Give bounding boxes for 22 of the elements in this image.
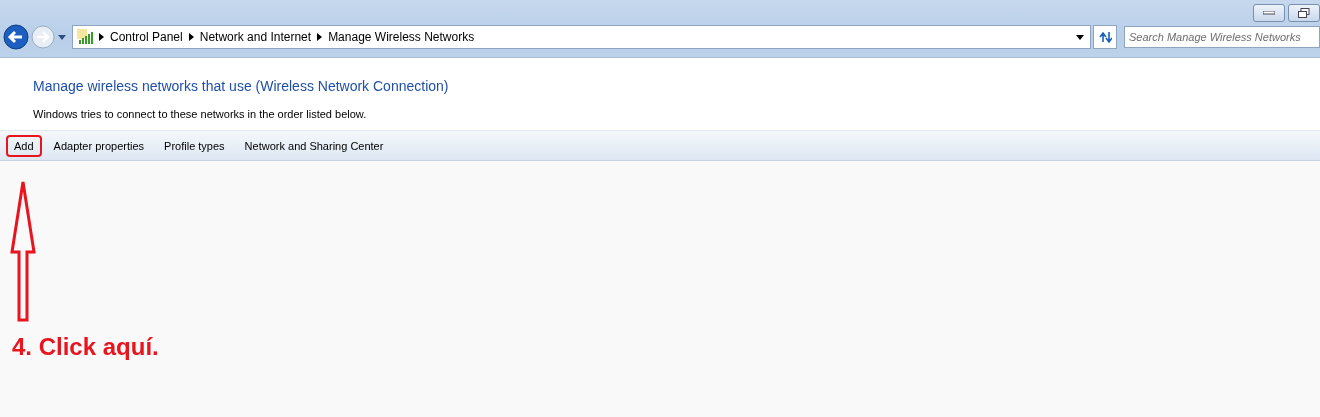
address-bar[interactable]: Control Panel Network and Internet Manage Wireless Networks bbox=[72, 25, 1091, 49]
chevron-icon[interactable] bbox=[317, 33, 323, 41]
toolbar-button[interactable]: Profile types bbox=[156, 134, 233, 157]
toolbar-button[interactable]: Add bbox=[6, 134, 42, 157]
annotation-text: 4. Click aquí. bbox=[12, 333, 159, 361]
back-button[interactable] bbox=[3, 24, 29, 50]
restore-icon[interactable] bbox=[1298, 8, 1310, 18]
history-dropdown-icon[interactable] bbox=[57, 33, 67, 41]
refresh-icon[interactable] bbox=[1098, 31, 1112, 43]
search-field[interactable]: Search Manage Wireless Networks bbox=[1124, 26, 1320, 48]
page-heading: Manage wireless networks that use (Wireless Network Connection) bbox=[33, 78, 450, 94]
toolbar-button[interactable]: Adapter properties bbox=[45, 134, 153, 157]
minimize-icon[interactable] bbox=[1263, 11, 1275, 15]
dropdown-icon[interactable] bbox=[1076, 34, 1084, 40]
network-icon bbox=[77, 29, 93, 45]
chevron-icon[interactable] bbox=[188, 33, 194, 41]
toolbar-button[interactable]: Network and Sharing Center bbox=[236, 134, 392, 157]
chevron-icon[interactable] bbox=[99, 33, 104, 41]
breadcrumb-item[interactable]: Control Panel bbox=[110, 30, 183, 44]
description-text: Windows tries to connect to these networks in the order listed below. bbox=[33, 108, 368, 120]
breadcrumb-item[interactable]: Network and Internet bbox=[199, 30, 312, 44]
breadcrumb-item[interactable]: Manage Wireless Networks bbox=[328, 30, 475, 44]
